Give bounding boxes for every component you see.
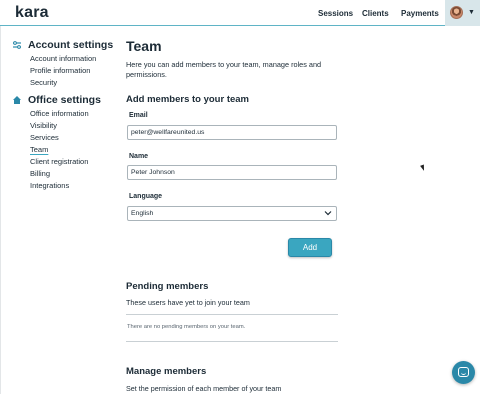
manage-members-heading: Manage members — [126, 366, 207, 377]
mouse-cursor-icon — [420, 164, 426, 172]
sidebar-heading-office-settings: Office settings — [12, 94, 101, 106]
sidebar-item-services[interactable]: Services — [30, 133, 59, 142]
user-menu[interactable]: ▼ — [445, 0, 480, 26]
language-label: Language — [129, 193, 163, 200]
sidebar-item-security[interactable]: Security — [30, 78, 57, 87]
avatar[interactable] — [450, 6, 463, 19]
name-field[interactable]: Peter Johnson — [127, 165, 337, 180]
sidebar-item-profile-information[interactable]: Profile information — [30, 66, 90, 75]
language-select-value: English — [131, 210, 154, 217]
chat-icon — [458, 367, 469, 377]
chevron-down-icon[interactable]: ▼ — [468, 9, 475, 16]
settings-sliders-icon — [12, 40, 22, 50]
page-intro: Here you can add members to your team, m… — [126, 60, 322, 79]
add-member-button[interactable]: Add — [288, 238, 332, 257]
sidebar-heading-label: Office settings — [28, 94, 101, 106]
sidebar-item-account-information[interactable]: Account information — [30, 54, 96, 63]
home-icon — [12, 95, 22, 105]
pending-members-description: These users have yet to join your team — [126, 298, 250, 307]
page-title: Team — [126, 38, 162, 54]
app-logo[interactable]: kara — [15, 4, 49, 22]
sidebar-item-visibility[interactable]: Visibility — [30, 121, 57, 130]
top-navigation-bar: kara Sessions Clients Payments ▼ — [0, 0, 480, 26]
sidebar-item-integrations[interactable]: Integrations — [30, 181, 69, 190]
sidebar-item-office-information[interactable]: Office information — [30, 109, 89, 118]
sidebar-item-client-registration[interactable]: Client registration — [30, 157, 88, 166]
nav-payments-link[interactable]: Payments — [401, 9, 439, 18]
language-select[interactable]: English — [127, 206, 337, 221]
divider — [126, 314, 338, 315]
chat-support-button[interactable] — [452, 361, 475, 384]
pending-members-empty-text: There are no pending members on your tea… — [127, 324, 246, 330]
sidebar-item-billing[interactable]: Billing — [30, 169, 50, 178]
chevron-down-icon — [324, 209, 332, 219]
email-field[interactable]: peter@wellfareunited.us — [127, 125, 337, 140]
divider — [126, 341, 338, 342]
left-edge-divider — [0, 26, 1, 394]
nav-clients-link[interactable]: Clients — [362, 9, 389, 18]
pending-members-heading: Pending members — [126, 281, 209, 292]
sidebar-item-team[interactable]: Team — [30, 145, 48, 154]
sidebar-heading-label: Account settings — [28, 39, 114, 51]
name-label: Name — [129, 153, 149, 160]
manage-members-description: Set the permission of each member of you… — [126, 384, 282, 393]
sidebar-heading-account-settings: Account settings — [12, 39, 113, 51]
nav-sessions-link[interactable]: Sessions — [318, 9, 353, 18]
add-members-heading: Add members to your team — [126, 94, 249, 105]
email-label: Email — [129, 112, 148, 119]
